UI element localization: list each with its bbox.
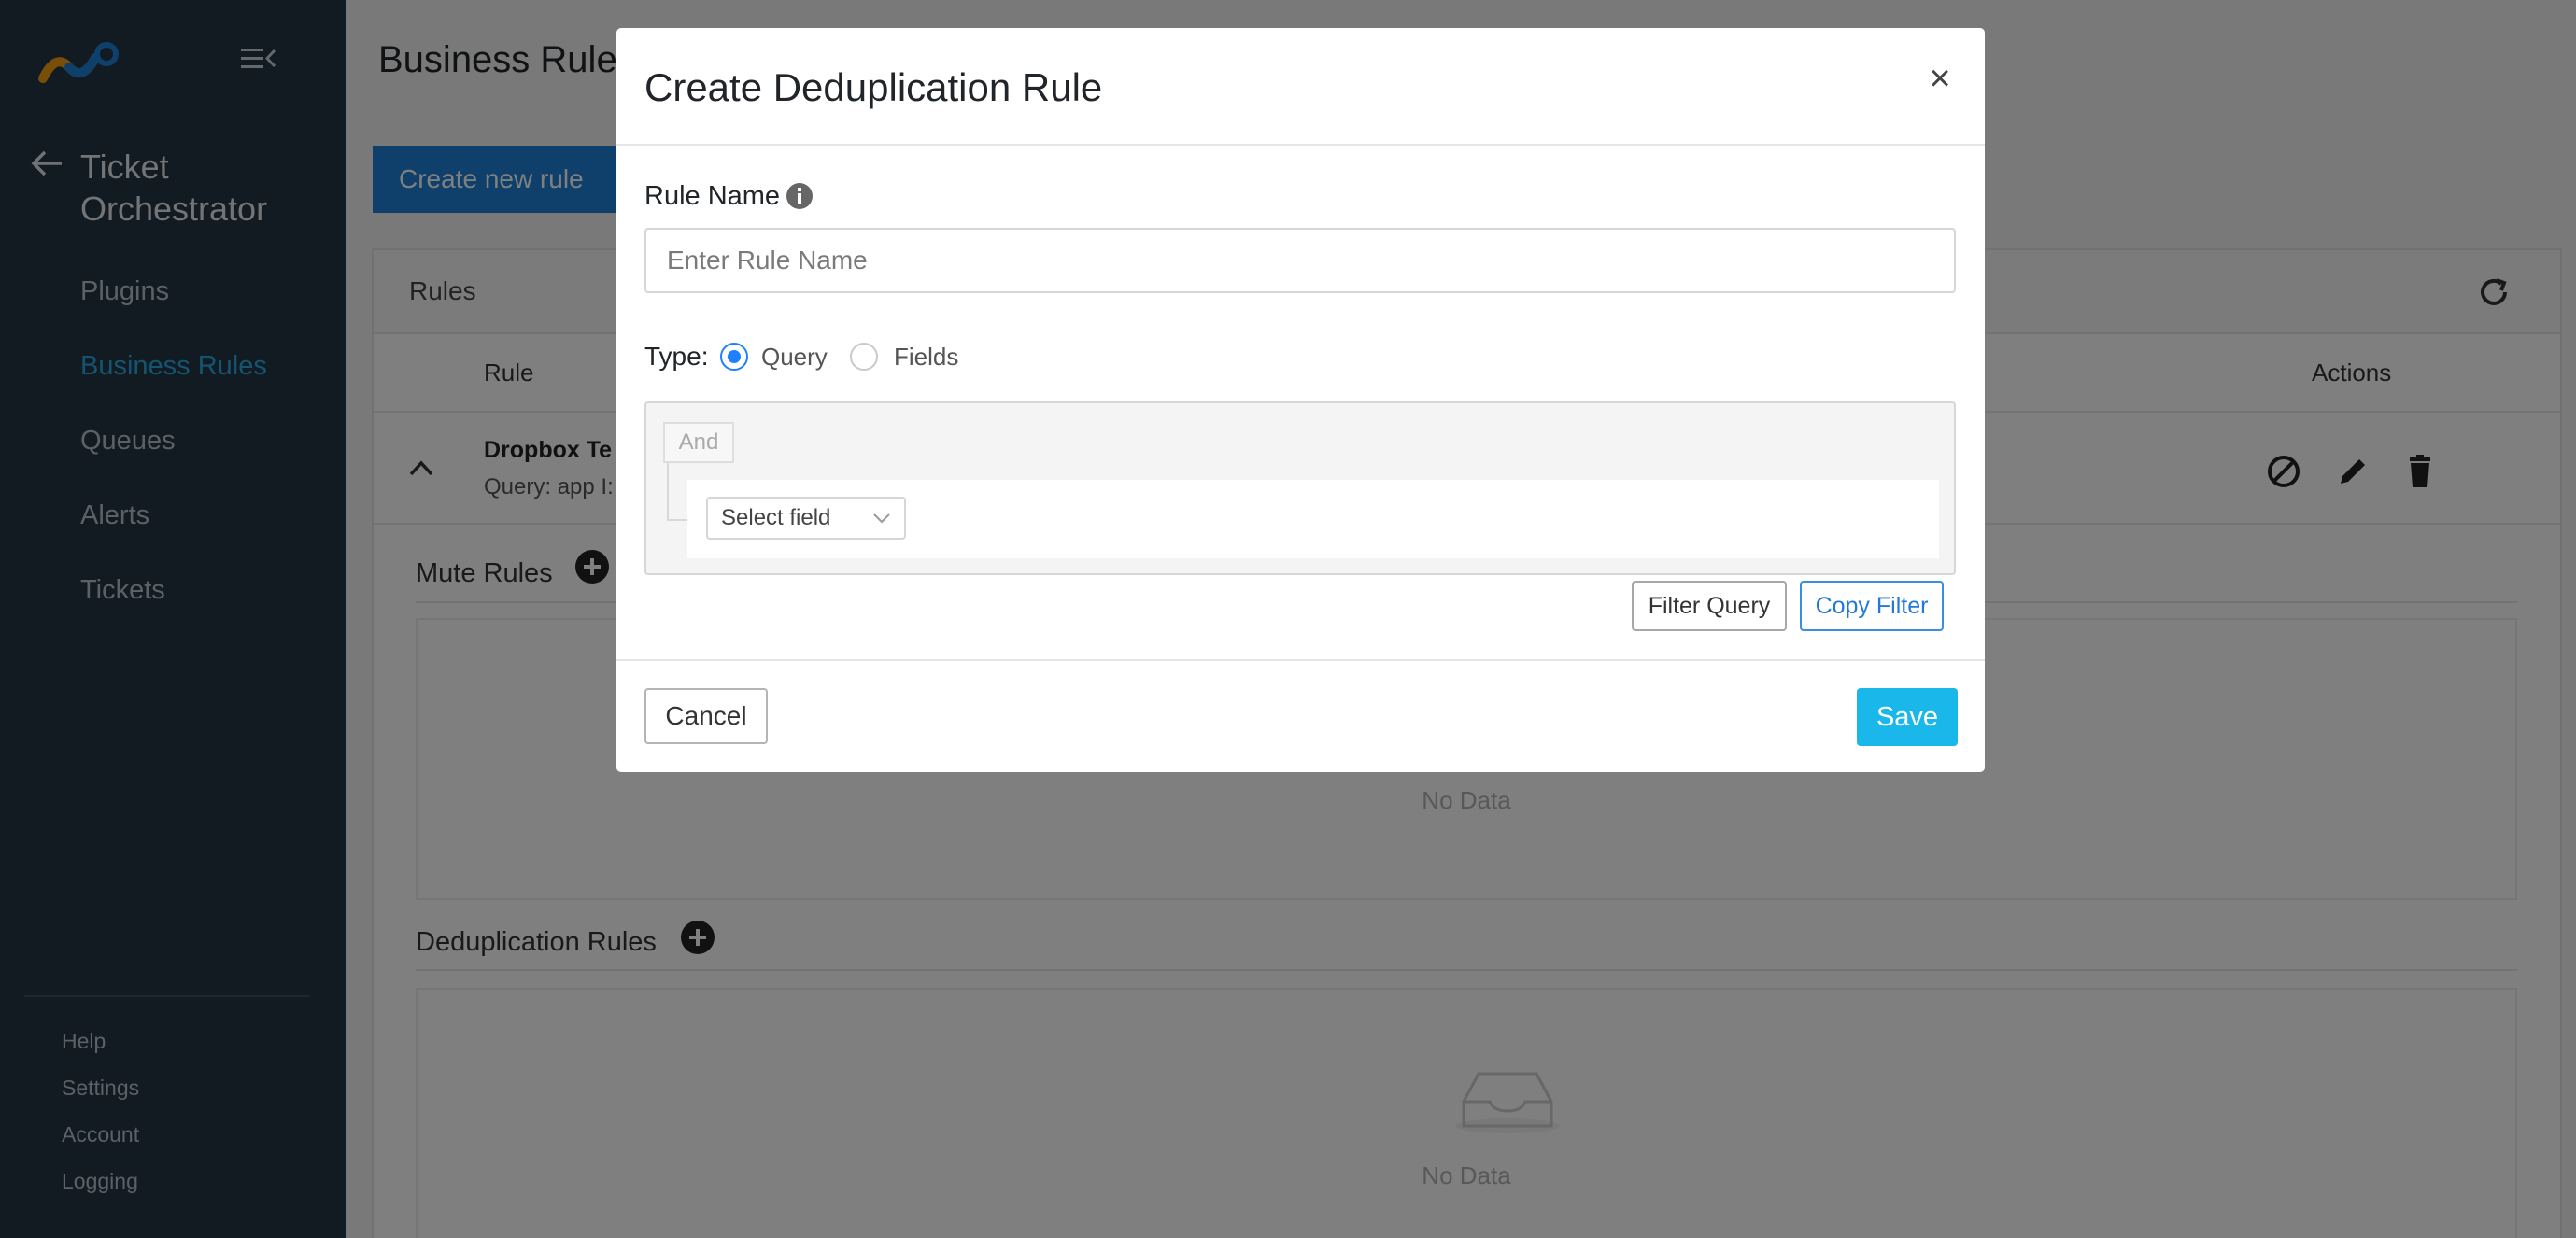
rule-name-input[interactable] <box>644 228 1956 293</box>
info-icon[interactable] <box>785 181 814 211</box>
rule-name-label: Rule Name <box>644 181 781 211</box>
query-builder: And Select field <box>644 401 1956 575</box>
select-field-text: Select field <box>721 505 831 530</box>
copy-filter-button[interactable]: Copy Filter <box>1800 581 1944 631</box>
dialog-footer-divider <box>616 659 1985 661</box>
close-icon[interactable]: × <box>1923 60 1957 97</box>
query-tree-connector <box>667 463 689 521</box>
save-button[interactable]: Save <box>1857 688 1958 746</box>
chevron-down-icon <box>873 513 890 524</box>
dialog-header-divider <box>616 144 1985 146</box>
type-query-label[interactable]: Query <box>761 343 828 372</box>
filter-query-button[interactable]: Filter Query <box>1632 581 1787 631</box>
type-label: Type: <box>644 342 709 371</box>
query-rule-row: Select field <box>687 480 1939 558</box>
create-dedup-rule-dialog: Create Deduplication Rule × Rule Name Ty… <box>616 28 1985 772</box>
select-field-dropdown[interactable]: Select field <box>706 497 906 540</box>
cancel-button[interactable]: Cancel <box>644 688 768 744</box>
and-combinator-button[interactable]: And <box>663 422 734 463</box>
type-fields-label[interactable]: Fields <box>894 343 958 372</box>
dialog-title: Create Deduplication Rule <box>644 65 1103 109</box>
type-fields-radio[interactable] <box>850 343 878 371</box>
type-query-radio[interactable] <box>720 343 748 371</box>
